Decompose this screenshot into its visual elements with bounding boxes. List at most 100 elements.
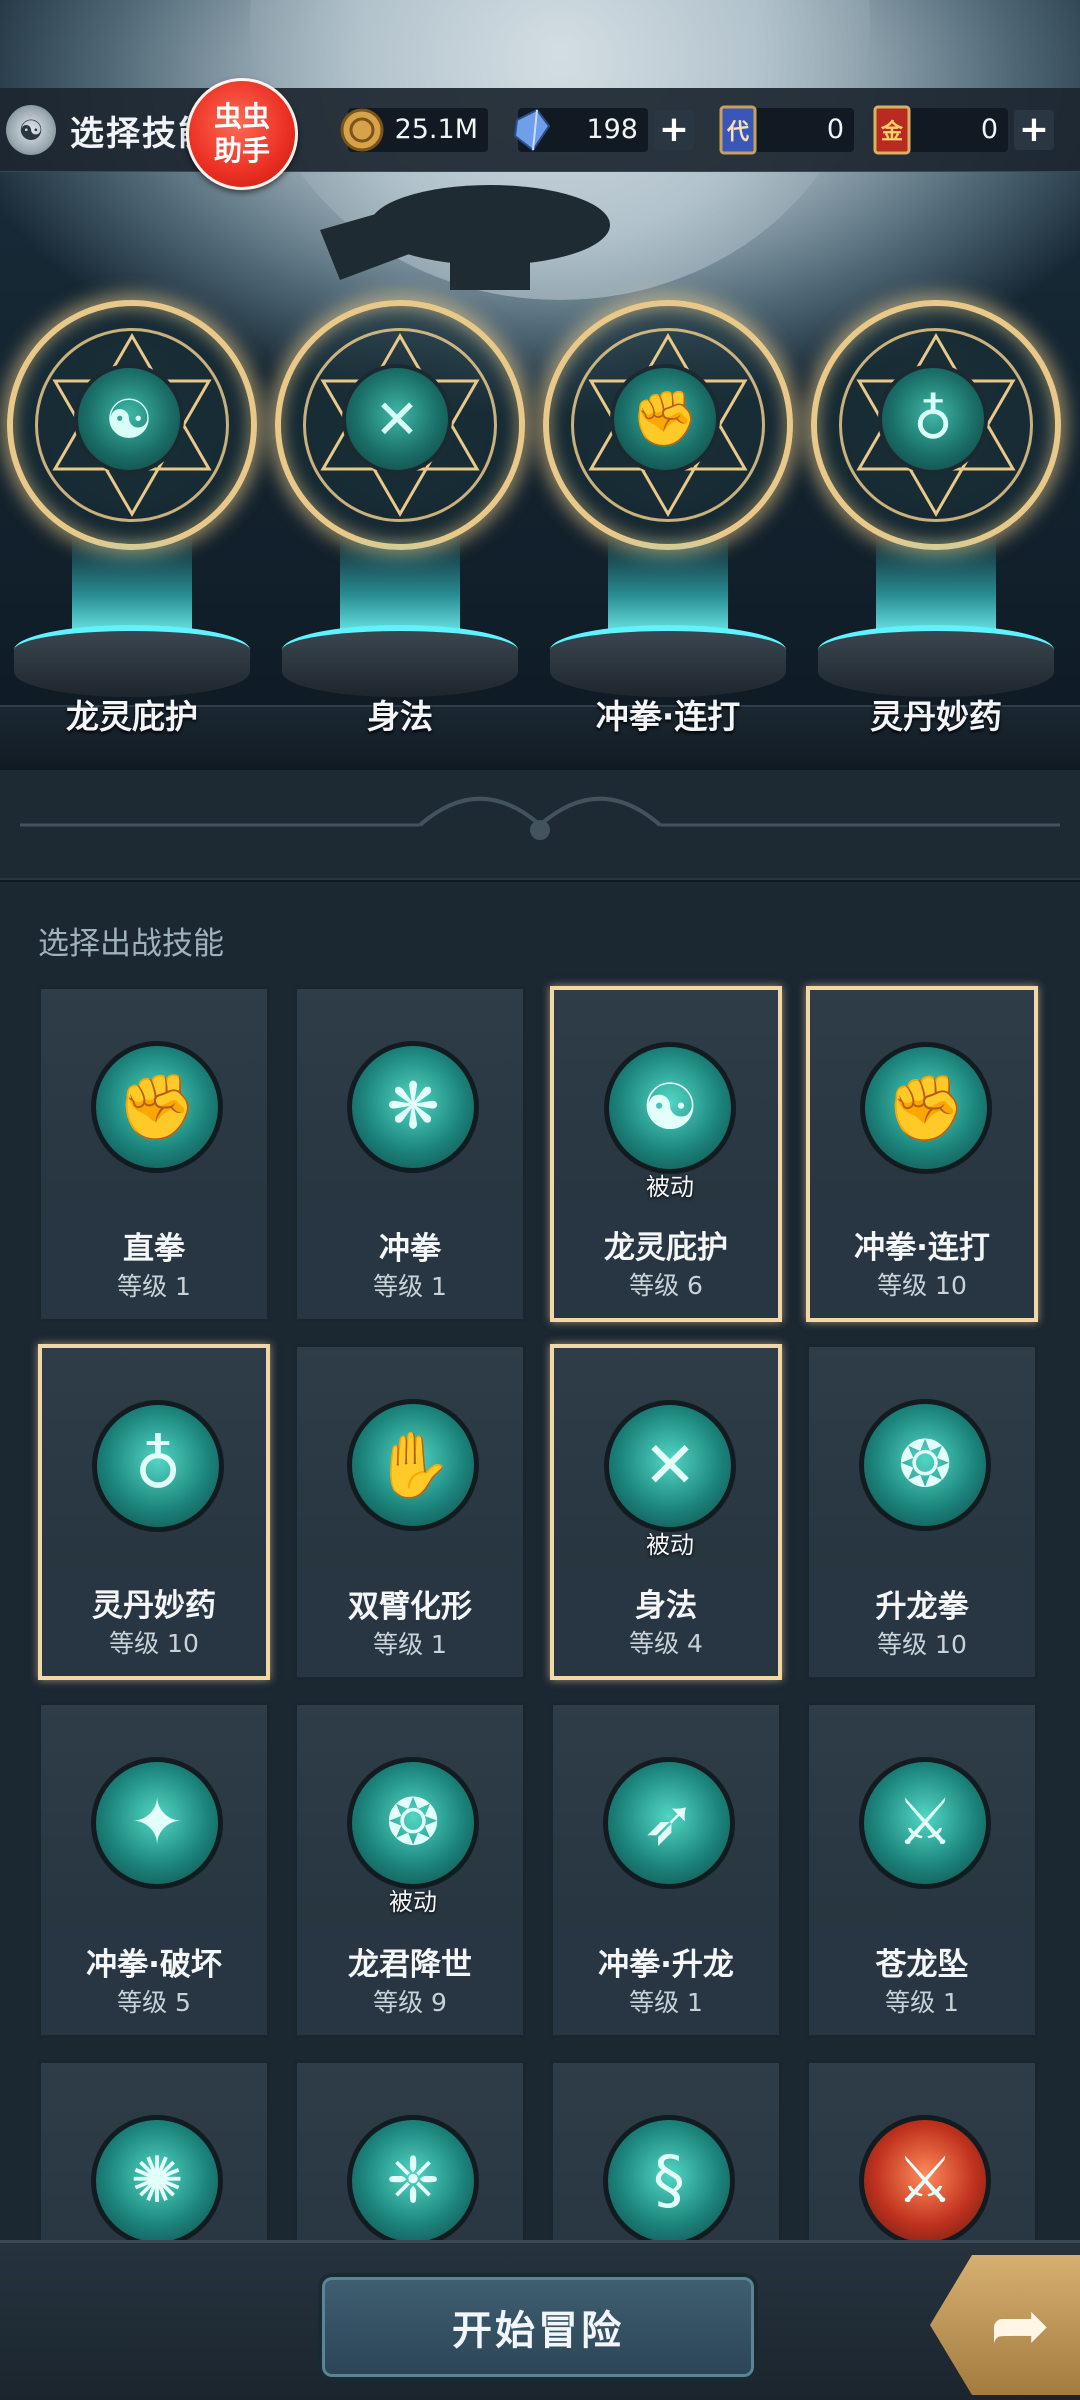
- skill-card[interactable]: ⚔: [806, 2060, 1038, 2242]
- skill-card[interactable]: ✋ 双臂化形等级 1: [294, 1344, 526, 1680]
- equipped-slot-1[interactable]: ☯ 龙灵庇护: [2, 300, 262, 740]
- equipped-slot-label: 身法: [367, 697, 433, 736]
- skill-card-footer: 双臂化形等级 1: [297, 1567, 523, 1677]
- dragon-spirit-icon: ☯: [74, 364, 184, 474]
- gold-card-counter: 金 0 +: [873, 105, 1054, 155]
- coiled-dragon-icon: §: [603, 2115, 735, 2242]
- skill-card-footer: 升龙拳 等级 10: [809, 1567, 1035, 1677]
- voucher-card-icon: 代: [712, 102, 764, 158]
- skill-card[interactable]: ➶ 冲拳·升龙 等级 1: [550, 1702, 782, 2038]
- skill-card-footer: 冲拳·升龙 等级 1: [553, 1925, 779, 2035]
- skill-name: 冲拳·连打: [854, 1230, 990, 1266]
- skill-list-title: 选择出战技能: [38, 926, 224, 962]
- dragon-spirit-icon: ☯ 被动: [604, 1042, 736, 1201]
- gold-card-glyph: 金: [880, 119, 904, 145]
- skill-level: 等级 1: [629, 1988, 703, 2017]
- skill-name: 身法: [635, 1588, 697, 1624]
- passive-tag: 被动: [389, 1888, 437, 1916]
- skill-card-footer: 苍龙坠 等级 1: [809, 1925, 1035, 2035]
- coin-value: 25.1M: [394, 114, 478, 145]
- rush-punch-icon: ❋: [347, 1041, 479, 1173]
- gold-card-value: 0: [980, 114, 998, 145]
- coin-icon: [336, 102, 388, 158]
- top-bar: ☯ 选择技能 虫虫 助手 25.1M 198 + 代 0 金 0 +: [0, 78, 1080, 190]
- skill-card[interactable]: ❂ 升龙拳 等级 10: [806, 1344, 1038, 1680]
- skill-card[interactable]: ❈: [294, 2060, 526, 2242]
- skill-name: 升龙拳: [875, 1589, 969, 1625]
- voucher-card-glyph: 代: [726, 120, 749, 145]
- passive-tag: 被动: [646, 1173, 694, 1201]
- rush-punch-break-icon: ✦: [91, 1757, 223, 1889]
- azure-dragon-fall-icon: ⚔: [859, 1757, 991, 1889]
- crystal-add-button[interactable]: +: [654, 110, 694, 150]
- claw-strike-icon: ❈: [347, 2115, 479, 2242]
- rush-punch-rise-icon: ➶: [603, 1757, 735, 1889]
- skill-card[interactable]: §: [550, 2060, 782, 2242]
- voucher-value: 0: [826, 114, 844, 145]
- skill-name: 龙君降世: [348, 1947, 472, 1983]
- elixir-gourd-icon: ♁: [878, 364, 988, 474]
- skill-card[interactable]: ❂ 被动 龙君降世 等级 9: [294, 1702, 526, 2038]
- pedestal-base: [550, 625, 786, 697]
- skill-card[interactable]: ☯ 被动龙灵庇护等级 6: [550, 986, 782, 1322]
- skill-list-panel[interactable]: 选择出战技能 ✊ 直拳 等级 1 ❋ 冲拳 等级 1 ☯ 被动 龙灵庇护 等级 6 ✊ 冲拳·连打 等级…: [0, 882, 1080, 2242]
- start-adventure-button[interactable]: 开始冒险: [318, 2273, 758, 2381]
- skill-level: 等级 10: [109, 1629, 199, 1658]
- equipped-slot-label: 灵丹妙药: [870, 697, 1002, 736]
- skill-card-footer: 冲拳·破坏等级 5: [41, 1925, 267, 2035]
- dragon-lord-icon: ❂ 被动: [347, 1757, 479, 1916]
- equipped-slot-2[interactable]: ✕ 身法: [270, 300, 530, 740]
- skill-level: 等级 6: [629, 1271, 703, 1300]
- skill-name: 龙灵庇护: [604, 1230, 728, 1266]
- bottom-bar: 开始冒险 ➦: [0, 2240, 1080, 2400]
- skill-card-footer: 龙君降世 等级 9: [297, 1925, 523, 2035]
- skill-level: 等级 5: [117, 1988, 191, 2017]
- skill-card-footer: 冲拳 等级 1: [297, 1209, 523, 1319]
- crystal-icon: [506, 102, 558, 158]
- rush-punch-combo-icon: ✊: [860, 1042, 992, 1174]
- fire-sword-icon: ⚔: [859, 2115, 991, 2242]
- rising-dragon-icon: ❂: [859, 1399, 991, 1531]
- equipped-slot-3[interactable]: ✊ 冲拳·连打: [538, 300, 798, 740]
- taiji-logo-icon[interactable]: ☯: [6, 105, 56, 155]
- gold-card-icon: 金: [866, 102, 918, 158]
- skill-name: 灵丹妙药: [92, 1588, 216, 1624]
- skill-card[interactable]: ❋ 冲拳 等级 1: [294, 986, 526, 1322]
- skill-name: 冲拳·破坏: [86, 1947, 222, 1983]
- airship-silhouette: [320, 185, 610, 290]
- helper-badge-line2: 助手: [213, 134, 270, 167]
- skill-card[interactable]: ✊ 直拳 等级 1: [38, 986, 270, 1322]
- whirl-strike-icon: ✺: [91, 2115, 223, 2242]
- skill-name: 冲拳: [379, 1231, 441, 1267]
- agility-icon: ✕ 被动: [604, 1400, 736, 1559]
- skill-card[interactable]: ♁ 灵丹妙药 等级 10: [38, 1344, 270, 1680]
- equipped-slot-4[interactable]: ♁ 灵丹妙药: [806, 300, 1066, 740]
- title-area: ☯ 选择技能: [6, 102, 214, 158]
- skill-level: 等级 4: [629, 1629, 703, 1658]
- skill-level: 等级 1: [885, 1988, 959, 2017]
- pedestal-base: [282, 625, 518, 697]
- forward-arrow-button[interactable]: ➦: [930, 2255, 1080, 2395]
- skill-level: 等级 1: [373, 1630, 447, 1659]
- twin-arms-icon: ✋: [347, 1399, 479, 1531]
- equipped-slot-label: 龙灵庇护: [66, 697, 198, 736]
- skill-card[interactable]: ✊ 冲拳·连打等级 10: [806, 986, 1038, 1322]
- gold-card-add-button[interactable]: +: [1014, 110, 1054, 150]
- skill-card[interactable]: ✦ 冲拳·破坏等级 5: [38, 1702, 270, 2038]
- voucher-counter: 代 0: [719, 105, 854, 155]
- skill-card[interactable]: ✕ 被动身法等级 4: [550, 1344, 782, 1680]
- straight-punch-icon: ✊: [91, 1041, 223, 1173]
- skill-card[interactable]: ✺: [38, 2060, 270, 2242]
- skill-card-footer: 直拳 等级 1: [41, 1209, 267, 1319]
- helper-badge-button[interactable]: 虫虫 助手: [186, 78, 298, 190]
- skill-card-footer: 身法等级 4: [554, 1566, 778, 1676]
- forward-arrow-icon: ➦: [989, 2283, 1051, 2367]
- skill-level: 等级 10: [877, 1271, 967, 1300]
- skill-card-footer: 灵丹妙药等级 10: [42, 1566, 266, 1676]
- skill-card-footer: 龙灵庇护等级 6: [554, 1208, 778, 1318]
- skill-name: 双臂化形: [348, 1589, 472, 1625]
- skill-card[interactable]: ⚔ 苍龙坠 等级 1: [806, 1702, 1038, 2038]
- skill-card-footer: 冲拳·连打等级 10: [810, 1208, 1034, 1318]
- skill-level: 等级 1: [117, 1272, 191, 1301]
- agility-icon: ✕: [342, 364, 452, 474]
